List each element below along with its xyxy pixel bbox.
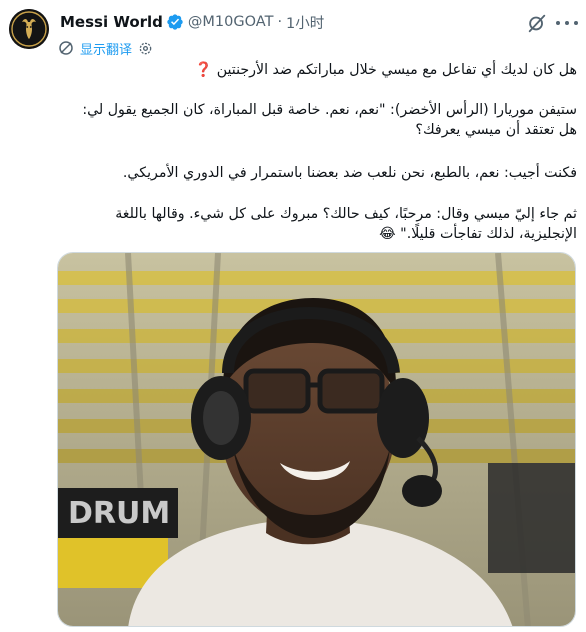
tweet-media-image[interactable]: DRUM xyxy=(57,252,576,627)
paragraph-4-text: ثم جاء إليّ ميسي وقال: مرحبًا، كيف حالك؟… xyxy=(115,206,577,242)
tweet-header: Messi World @M10GOAT · 1小时 xyxy=(60,11,324,33)
tweet-paragraph-3: فكنت أجيب: نعم، بالطبع، نحن نلعب ضد بعضن… xyxy=(122,165,577,181)
settings-gear-icon[interactable] xyxy=(138,41,153,56)
interview-photo: DRUM xyxy=(58,253,575,626)
show-translation-link[interactable]: 显示翻译 xyxy=(80,39,132,58)
translate-row: 显示翻译 xyxy=(58,38,153,58)
tweet-paragraph-2: ستيفن موريارا (الرأس الأخضر): "نعم، نعم.… xyxy=(82,102,577,138)
paragraph-1-text: هل كان لديك أي تفاعل مع ميسي خلال مبارات… xyxy=(216,62,577,78)
laughing-emoji: 😂 xyxy=(379,226,396,242)
tweet-paragraph-1: هل كان لديك أي تفاعل مع ميسي خلال مبارات… xyxy=(62,60,577,80)
question-mark-emoji: ❓ xyxy=(194,62,213,78)
header-separator: · xyxy=(277,14,283,30)
more-options-icon[interactable] xyxy=(556,14,578,32)
tweet-paragraph-4: ثم جاء إليّ ميسي وقال: مرحبًا، كيف حالك؟… xyxy=(62,204,577,244)
goat-logo-icon xyxy=(9,9,49,49)
stadium-banner-text: DRUM xyxy=(68,496,170,531)
author-display-name[interactable]: Messi World xyxy=(60,13,163,31)
author-avatar[interactable] xyxy=(9,9,49,49)
tweet-timestamp[interactable]: 1小时 xyxy=(286,12,324,33)
grok-icon[interactable] xyxy=(526,12,548,34)
verified-badge-icon xyxy=(166,13,184,31)
author-handle[interactable]: @M10GOAT xyxy=(188,14,274,30)
tweet-card[interactable]: Messi World @M10GOAT · 1小时 显示翻译 هل كان ل… xyxy=(0,0,586,632)
translate-icon xyxy=(59,41,73,55)
